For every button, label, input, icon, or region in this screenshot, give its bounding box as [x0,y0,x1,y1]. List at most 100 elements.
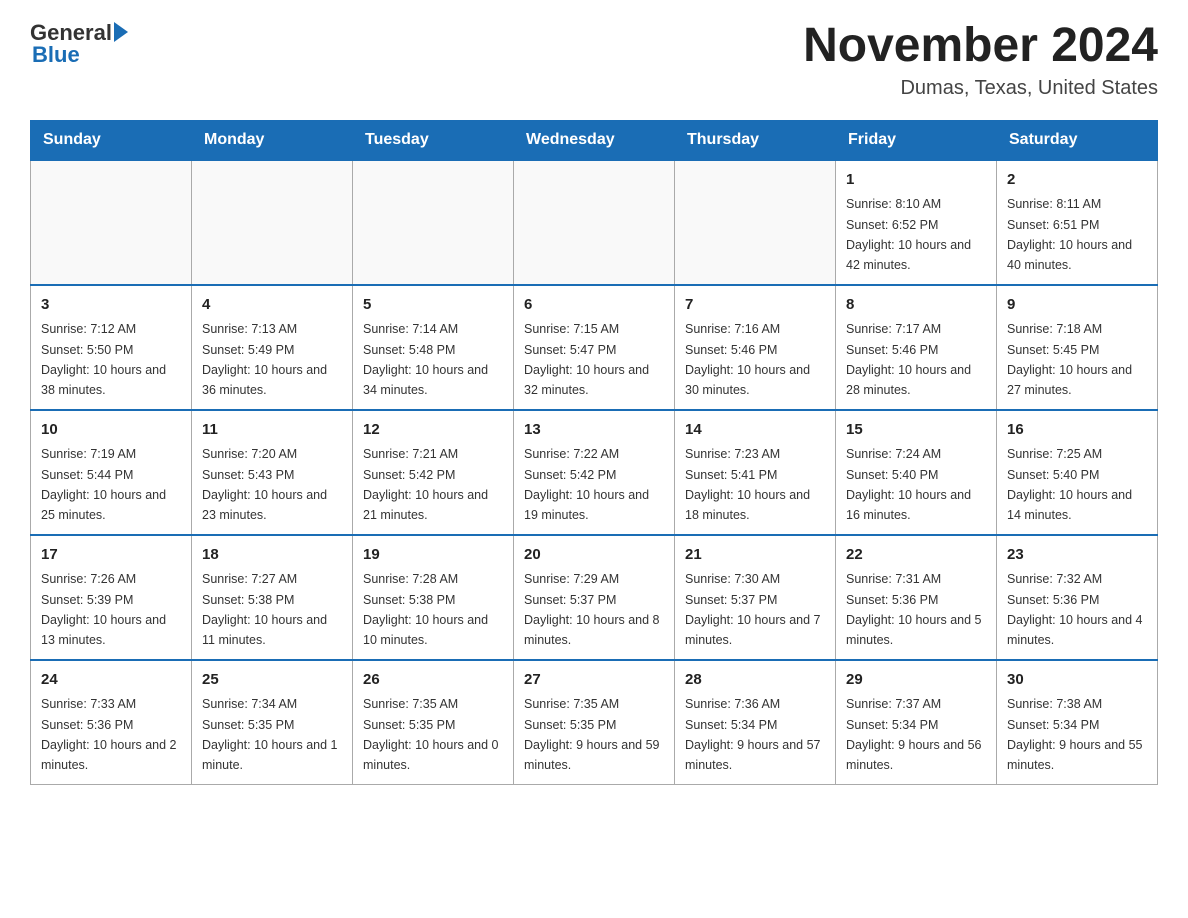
day-number: 25 [202,669,342,692]
day-info: Sunrise: 7:19 AMSunset: 5:44 PMDaylight:… [41,447,166,522]
day-info: Sunrise: 7:35 AMSunset: 5:35 PMDaylight:… [524,697,660,772]
day-number: 30 [1007,669,1147,692]
day-number: 22 [846,544,986,567]
day-info: Sunrise: 7:27 AMSunset: 5:38 PMDaylight:… [202,572,327,647]
day-number: 19 [363,544,503,567]
week-row-4: 17 Sunrise: 7:26 AMSunset: 5:39 PMDayligh… [31,535,1158,660]
calendar-cell: 7 Sunrise: 7:16 AMSunset: 5:46 PMDaylight… [675,285,836,410]
calendar-cell: 12 Sunrise: 7:21 AMSunset: 5:42 PMDayligh… [353,410,514,535]
calendar-cell: 17 Sunrise: 7:26 AMSunset: 5:39 PMDayligh… [31,535,192,660]
day-info: Sunrise: 8:10 AMSunset: 6:52 PMDaylight:… [846,197,971,272]
day-info: Sunrise: 7:15 AMSunset: 5:47 PMDaylight:… [524,322,649,397]
day-info: Sunrise: 7:21 AMSunset: 5:42 PMDaylight:… [363,447,488,522]
logo-blue-text: Blue [32,42,80,68]
calendar-cell: 6Sunrise: 7:15 AMSunset: 5:47 PMDaylight… [514,285,675,410]
calendar-cell: 16Sunrise: 7:25 AMSunset: 5:40 PMDayligh… [997,410,1158,535]
day-info: Sunrise: 7:32 AMSunset: 5:36 PMDaylight:… [1007,572,1143,647]
day-number: 21 [685,544,825,567]
calendar-cell [514,160,675,285]
calendar-cell: 26 Sunrise: 7:35 AMSunset: 5:35 PMDayligh… [353,660,514,785]
calendar-table: SundayMondayTuesdayWednesdayThursdayFrid… [30,120,1158,785]
day-info: Sunrise: 7:25 AMSunset: 5:40 PMDaylight:… [1007,447,1132,522]
day-number: 2 [1007,169,1147,192]
calendar-cell: 25 Sunrise: 7:34 AMSunset: 5:35 PMDayligh… [192,660,353,785]
day-number: 4 [202,294,342,317]
calendar-cell: 22 Sunrise: 7:31 AMSunset: 5:36 PMDayligh… [836,535,997,660]
day-number: 9 [1007,294,1147,317]
col-header-friday: Friday [836,120,997,160]
day-info: Sunrise: 7:12 AMSunset: 5:50 PMDaylight:… [41,322,166,397]
day-info: Sunrise: 7:26 AMSunset: 5:39 PMDaylight:… [41,572,166,647]
calendar-cell: 2 Sunrise: 8:11 AMSunset: 6:51 PMDaylight… [997,160,1158,285]
day-info: Sunrise: 7:36 AMSunset: 5:34 PMDaylight:… [685,697,821,772]
day-number: 3 [41,294,181,317]
day-number: 14 [685,419,825,442]
calendar-cell: 28Sunrise: 7:36 AMSunset: 5:34 PMDayligh… [675,660,836,785]
calendar-cell: 10 Sunrise: 7:19 AMSunset: 5:44 PMDayligh… [31,410,192,535]
day-number: 12 [363,419,503,442]
day-info: Sunrise: 7:29 AMSunset: 5:37 PMDaylight:… [524,572,660,647]
calendar-cell [31,160,192,285]
day-number: 18 [202,544,342,567]
day-info: Sunrise: 7:30 AMSunset: 5:37 PMDaylight:… [685,572,821,647]
week-row-2: 3 Sunrise: 7:12 AMSunset: 5:50 PMDaylight… [31,285,1158,410]
day-info: Sunrise: 8:11 AMSunset: 6:51 PMDaylight:… [1007,197,1132,272]
calendar-cell: 8 Sunrise: 7:17 AMSunset: 5:46 PMDaylight… [836,285,997,410]
col-header-thursday: Thursday [675,120,836,160]
calendar-cell: 5 Sunrise: 7:14 AMSunset: 5:48 PMDaylight… [353,285,514,410]
day-number: 8 [846,294,986,317]
calendar-cell [675,160,836,285]
logo-arrow-icon [114,22,128,42]
calendar-cell: 3 Sunrise: 7:12 AMSunset: 5:50 PMDaylight… [31,285,192,410]
day-info: Sunrise: 7:14 AMSunset: 5:48 PMDaylight:… [363,322,488,397]
col-header-tuesday: Tuesday [353,120,514,160]
col-header-wednesday: Wednesday [514,120,675,160]
calendar-cell: 29 Sunrise: 7:37 AMSunset: 5:34 PMDayligh… [836,660,997,785]
day-number: 7 [685,294,825,317]
day-info: Sunrise: 7:18 AMSunset: 5:45 PMDaylight:… [1007,322,1132,397]
week-row-3: 10 Sunrise: 7:19 AMSunset: 5:44 PMDayligh… [31,410,1158,535]
calendar-cell: 27 Sunrise: 7:35 AMSunset: 5:35 PMDayligh… [514,660,675,785]
calendar-cell [192,160,353,285]
calendar-cell: 11 Sunrise: 7:20 AMSunset: 5:43 PMDayligh… [192,410,353,535]
day-number: 13 [524,419,664,442]
day-info: Sunrise: 7:16 AMSunset: 5:46 PMDaylight:… [685,322,810,397]
day-number: 27 [524,669,664,692]
page-header: General Blue November 2024 Dumas, Texas,… [30,20,1158,100]
day-number: 11 [202,419,342,442]
day-number: 26 [363,669,503,692]
day-number: 29 [846,669,986,692]
day-info: Sunrise: 7:37 AMSunset: 5:34 PMDaylight:… [846,697,982,772]
calendar-cell: 1Sunrise: 8:10 AMSunset: 6:52 PMDaylight… [836,160,997,285]
col-header-saturday: Saturday [997,120,1158,160]
day-number: 20 [524,544,664,567]
month-title: November 2024 [803,20,1158,73]
calendar-cell: 14Sunrise: 7:23 AMSunset: 5:41 PMDayligh… [675,410,836,535]
day-info: Sunrise: 7:20 AMSunset: 5:43 PMDaylight:… [202,447,327,522]
day-number: 5 [363,294,503,317]
day-info: Sunrise: 7:22 AMSunset: 5:42 PMDaylight:… [524,447,649,522]
title-block: November 2024 Dumas, Texas, United State… [803,20,1158,100]
day-number: 10 [41,419,181,442]
calendar-cell: 23Sunrise: 7:32 AMSunset: 5:36 PMDayligh… [997,535,1158,660]
day-info: Sunrise: 7:13 AMSunset: 5:49 PMDaylight:… [202,322,327,397]
day-number: 24 [41,669,181,692]
calendar-cell [353,160,514,285]
day-info: Sunrise: 7:24 AMSunset: 5:40 PMDaylight:… [846,447,971,522]
calendar-cell: 4 Sunrise: 7:13 AMSunset: 5:49 PMDaylight… [192,285,353,410]
day-number: 17 [41,544,181,567]
location-text: Dumas, Texas, United States [803,77,1158,100]
day-number: 15 [846,419,986,442]
col-header-sunday: Sunday [31,120,192,160]
col-header-monday: Monday [192,120,353,160]
day-info: Sunrise: 7:34 AMSunset: 5:35 PMDaylight:… [202,697,338,772]
day-info: Sunrise: 7:31 AMSunset: 5:36 PMDaylight:… [846,572,982,647]
logo: General Blue [30,20,128,68]
day-info: Sunrise: 7:35 AMSunset: 5:35 PMDaylight:… [363,697,499,772]
week-row-1: 1Sunrise: 8:10 AMSunset: 6:52 PMDaylight… [31,160,1158,285]
calendar-cell: 13 Sunrise: 7:22 AMSunset: 5:42 PMDayligh… [514,410,675,535]
calendar-cell: 18 Sunrise: 7:27 AMSunset: 5:38 PMDayligh… [192,535,353,660]
calendar-cell: 20 Sunrise: 7:29 AMSunset: 5:37 PMDayligh… [514,535,675,660]
calendar-cell: 24Sunrise: 7:33 AMSunset: 5:36 PMDayligh… [31,660,192,785]
day-info: Sunrise: 7:17 AMSunset: 5:46 PMDaylight:… [846,322,971,397]
